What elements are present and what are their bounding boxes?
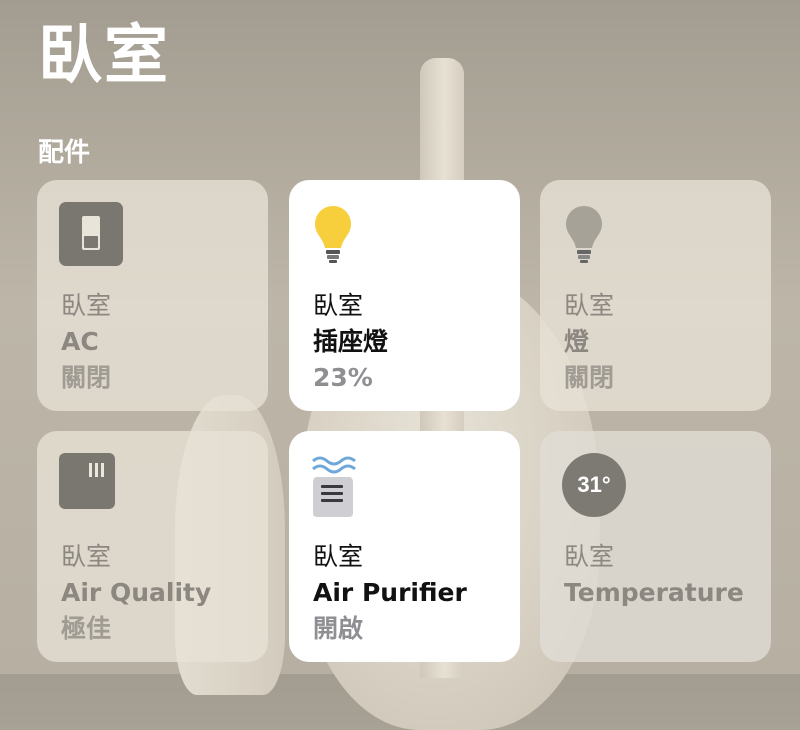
tile-room-label: 臥室 <box>313 542 364 571</box>
page-title: 臥室 <box>38 19 170 93</box>
tile-accessory-name: Air Purifier <box>313 578 467 607</box>
temperature-badge-icon: 31° <box>562 453 626 517</box>
tile-accessory-name: Air Quality <box>61 578 212 607</box>
tile-accessory-name: Temperature <box>564 578 744 607</box>
accessory-tile-air-quality[interactable]: 臥室 Air Quality 極佳 <box>37 431 268 662</box>
temperature-reading: 31° <box>562 453 626 517</box>
tile-accessory-name: 插座燈 <box>313 327 389 356</box>
accessory-tile-ac[interactable]: 臥室 AC 關閉 <box>37 180 268 411</box>
tile-room-label: 臥室 <box>61 291 112 320</box>
air-quality-sensor-icon <box>59 453 115 513</box>
tile-status: 開啟 <box>313 614 364 643</box>
tile-accessory-name: 燈 <box>564 327 590 356</box>
lightbulb-off-icon <box>562 202 626 270</box>
tile-status: 關閉 <box>564 363 615 392</box>
tile-accessory-name: AC <box>61 327 99 356</box>
accessory-tile-temperature[interactable]: 31° 臥室 Temperature <box>540 431 771 662</box>
tile-room-label: 臥室 <box>313 291 364 320</box>
tile-status: 23% <box>313 363 373 392</box>
tile-room-label: 臥室 <box>564 291 615 320</box>
lightbulb-on-icon <box>311 202 375 270</box>
section-label-accessories: 配件 <box>38 138 91 168</box>
air-purifier-icon <box>311 453 361 523</box>
tile-status: 關閉 <box>61 363 112 392</box>
accessory-tile-air-purifier[interactable]: 臥室 Air Purifier 開啟 <box>289 431 520 662</box>
switch-icon <box>59 202 123 270</box>
tile-status: 極佳 <box>61 614 112 643</box>
accessory-tile-light[interactable]: 臥室 燈 關閉 <box>540 180 771 411</box>
accessory-tile-outlet-lamp[interactable]: 臥室 插座燈 23% <box>289 180 520 411</box>
tile-room-label: 臥室 <box>564 542 615 571</box>
tile-room-label: 臥室 <box>61 542 112 571</box>
